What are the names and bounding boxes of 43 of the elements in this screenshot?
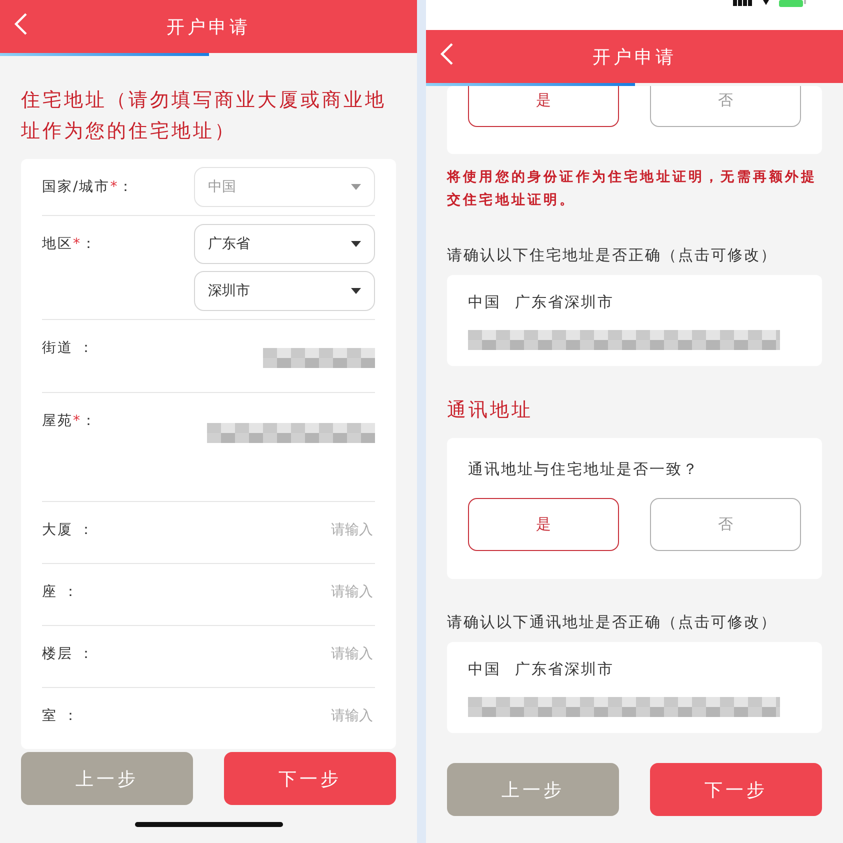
country-text: 中国 — [468, 293, 501, 311]
field-label: 街道 ： — [42, 339, 96, 358]
field-label: 座 ： — [42, 583, 80, 602]
region-text: 广东省深圳市 — [515, 660, 614, 678]
field-label: 室 ： — [42, 707, 80, 726]
confirm-caption: 请确认以下通讯地址是否正确（点击可修改） — [447, 613, 778, 632]
page-title: 开户申请 — [166, 16, 250, 38]
country-text: 中国 — [468, 660, 501, 678]
field-label: 大厦 ： — [42, 521, 96, 540]
field-label: 国家/城市*： — [42, 178, 136, 197]
text-input[interactable]: 请输入 — [251, 645, 375, 663]
next-button[interactable]: 下一步 — [650, 763, 822, 816]
battery-icon — [779, 0, 807, 7]
notice-text: 将使用您的身份证作为住宅地址证明，无需再额外提交住宅地址证明。 — [447, 168, 818, 210]
section-title: 住宅地址（请勿填写商业大厦或商业地址作为您的住宅地址） — [21, 88, 388, 144]
confirm-caption: 请确认以下住宅地址是否正确（点击可修改） — [447, 246, 778, 265]
caret-icon — [351, 184, 361, 190]
back-button[interactable]: 上一步 — [21, 752, 193, 805]
text-input[interactable]: 请输入 — [251, 583, 375, 601]
dropdown-field[interactable]: 深圳市 — [194, 271, 375, 311]
option-button[interactable]: 否 — [650, 498, 801, 551]
field-label: 地区*： — [42, 235, 98, 254]
option-button[interactable]: 是 — [468, 498, 619, 551]
field-label: 屋苑*： — [42, 412, 98, 431]
back-icon[interactable] — [440, 42, 454, 66]
address-card[interactable]: 中国 广东省深圳市 — [447, 642, 822, 733]
option-button[interactable]: 是 — [468, 86, 619, 127]
back-icon[interactable] — [14, 12, 28, 36]
caret-icon — [351, 241, 361, 247]
dropdown-field[interactable]: 广东省 — [194, 224, 375, 264]
field-label: 楼层 ： — [42, 645, 96, 664]
address-card[interactable]: 中国 广东省深圳市 — [447, 275, 822, 366]
caret-icon — [351, 288, 361, 294]
next-button[interactable]: 下一步 — [224, 752, 396, 805]
back-button[interactable]: 上一步 — [447, 763, 619, 816]
text-input[interactable]: 请输入 — [251, 521, 375, 539]
option-button[interactable]: 否 — [650, 86, 801, 127]
text-input[interactable]: 请输入 — [251, 707, 375, 725]
region-text: 广东省深圳市 — [515, 293, 614, 311]
page-title: 开户申请 — [592, 46, 676, 68]
question-text: 通讯地址与住宅地址是否一致？ — [468, 460, 700, 479]
signal-icon — [733, 0, 753, 6]
section-title: 通讯地址 — [447, 398, 534, 423]
